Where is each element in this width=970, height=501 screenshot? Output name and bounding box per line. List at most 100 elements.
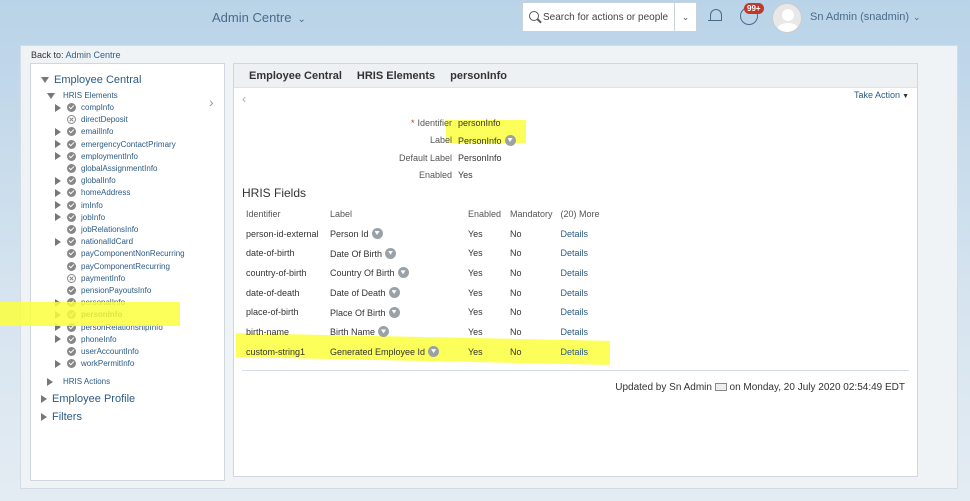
enabled-check-icon <box>67 151 76 161</box>
cell-text: Generated Employee Id <box>330 347 426 358</box>
tree-item-workPermitInfo[interactable]: workPermitInfo <box>55 359 135 369</box>
column-header: Identifier <box>246 208 281 219</box>
translate-icon[interactable] <box>388 306 400 318</box>
table-header-row: Identifier Label Enabled Mandatory (20) … <box>242 204 604 224</box>
cell-text: Details <box>560 267 589 278</box>
tree-item-label: workPermitInfo <box>81 359 135 369</box>
translate-icon[interactable] <box>428 346 440 358</box>
tree-item-label: nationalIdCard <box>81 237 134 247</box>
tree-item-label: payComponentNonRecurring <box>81 249 185 259</box>
translate-icon[interactable] <box>388 287 400 299</box>
details-link[interactable]: Details <box>557 224 604 244</box>
form-value: PersonInfo <box>458 153 502 163</box>
back-to-link[interactable]: Admin Centre <box>66 50 121 60</box>
cell-text: Yes <box>468 267 483 278</box>
tree-item-globalAssignmentInfo[interactable]: globalAssignmentInfo <box>55 164 158 173</box>
tree-item-jobRelationsInfo[interactable]: jobRelationsInfo <box>55 225 138 234</box>
cell-text: Date Of Birth <box>330 248 383 259</box>
cell-text: Birth Name <box>330 327 376 338</box>
tree-node-employee-profile[interactable]: Employee Profile <box>41 393 135 405</box>
tree-node-hris-actions[interactable]: HRIS Actions <box>47 377 110 386</box>
cell-text: Country Of Birth <box>330 268 395 279</box>
tree-item-userAccountInfo[interactable]: userAccountInfo <box>55 347 139 356</box>
cell-identifier: date-of-death <box>242 283 326 303</box>
cell-label: Generated Employee Id <box>326 342 464 362</box>
take-action-label: Take Action <box>854 90 901 100</box>
form-label-text: Default Label <box>398 153 452 163</box>
breadcrumb-item[interactable]: HRIS Elements <box>357 70 435 82</box>
details-link[interactable]: Details <box>557 322 604 342</box>
cell-label: Place Of Birth <box>326 302 464 322</box>
details-link[interactable]: Details <box>557 263 604 283</box>
bell-icon[interactable] <box>708 8 722 24</box>
cell-label: Date Of Birth <box>326 243 464 263</box>
cell-text: No <box>510 326 522 337</box>
take-action-button[interactable]: Take Action ▼ <box>854 90 909 100</box>
enabled-check-icon <box>67 359 76 369</box>
tree-item-emailInfo[interactable]: emailInfo <box>55 127 113 137</box>
enabled-check-icon <box>67 103 76 112</box>
expand-icon <box>55 127 61 136</box>
translate-icon[interactable] <box>385 247 397 259</box>
mail-icon[interactable] <box>714 383 727 391</box>
tree-node-filters[interactable]: Filters <box>41 411 82 423</box>
tree-node-hris-elements[interactable]: HRIS Elements <box>47 91 118 100</box>
cell-identifier: custom-string1 <box>242 342 326 362</box>
cell-text: Details <box>560 346 589 357</box>
tree-item-paymentInfo[interactable]: paymentInfo <box>55 273 125 283</box>
tree-item-employmentInfo[interactable]: employmentInfo <box>55 151 138 161</box>
collapse-panel-icon[interactable]: › <box>209 94 214 110</box>
cell-enabled: Yes <box>464 283 506 303</box>
tree-item-payComponentRecurring[interactable]: payComponentRecurring <box>55 261 170 271</box>
content-panel: Employee Central HRIS Elements personInf… <box>233 63 918 477</box>
column-header[interactable]: (20) More <box>557 204 604 224</box>
tree-item-jobInfo[interactable]: jobInfo <box>55 212 105 222</box>
tree-item-payComponentNonRecurring[interactable]: payComponentNonRecurring <box>55 249 185 259</box>
details-link[interactable]: Details <box>557 302 604 322</box>
cell-label: Birth Name <box>326 322 464 342</box>
tree-item-label: imInfo <box>81 200 103 210</box>
user-menu[interactable]: Sn Admin (snadmin) ⌄ <box>810 11 921 23</box>
enabled-check-icon <box>67 127 76 137</box>
tree-item-label: payComponentRecurring <box>81 261 170 271</box>
details-link[interactable]: Details <box>557 342 604 362</box>
back-arrow-icon[interactable]: ‹ <box>242 92 246 106</box>
form-row: Label PersonInfo <box>234 135 516 149</box>
translate-icon[interactable] <box>397 267 409 279</box>
form-row: Default Label PersonInfo <box>234 153 502 167</box>
cell-mandatory: No <box>506 342 557 362</box>
tree-item-globalInfo[interactable]: globalInfo <box>55 176 116 186</box>
tree-item-pensionPayoutsInfo[interactable]: pensionPayoutsInfo <box>55 286 151 295</box>
cell-text: No <box>510 228 522 239</box>
tree-item-label: globalInfo <box>81 176 116 186</box>
admin-centre-menu[interactable]: Admin Centre ⌄ <box>212 10 306 25</box>
search-input[interactable] <box>543 11 673 23</box>
tree-node-label: HRIS Actions <box>63 377 111 386</box>
tree-item-directDeposit[interactable]: directDeposit <box>55 115 128 125</box>
translate-icon[interactable] <box>371 228 383 240</box>
form-value-text: Yes <box>458 170 473 180</box>
tree-item-emergencyContactPrimary[interactable]: emergencyContactPrimary <box>55 139 176 149</box>
expand-icon <box>41 395 47 403</box>
tree-node-label: Employee Central <box>54 74 142 86</box>
tree-item-phoneInfo[interactable]: phoneInfo <box>55 334 117 344</box>
cell-text: Yes <box>468 287 483 298</box>
avatar[interactable] <box>772 3 802 33</box>
tree-item-homeAddress[interactable]: homeAddress <box>55 188 130 198</box>
tree-item-imInfo[interactable]: imInfo <box>55 200 103 210</box>
details-link[interactable]: Details <box>557 283 604 303</box>
back-to-label: Back to: <box>31 50 64 60</box>
updated-on: on Monday, 20 July 2020 02:54:49 EDT <box>729 382 905 393</box>
tree-item-nationalIdCard[interactable]: nationalIdCard <box>55 237 134 247</box>
translate-icon[interactable] <box>504 135 516 146</box>
tree-node-label: Filters <box>52 411 82 423</box>
tree-item-compInfo[interactable]: compInfo <box>55 103 114 112</box>
cell-text: Details <box>560 326 589 337</box>
translate-icon[interactable] <box>378 326 390 338</box>
search-scope-dropdown[interactable]: ⌄ <box>674 3 696 31</box>
tree-node-employee-central[interactable]: Employee Central <box>41 74 141 86</box>
details-link[interactable]: Details <box>557 243 604 263</box>
cell-enabled: Yes <box>464 302 506 322</box>
breadcrumb-item[interactable]: Employee Central <box>249 70 342 82</box>
form-value-text: personInfo <box>458 118 501 128</box>
